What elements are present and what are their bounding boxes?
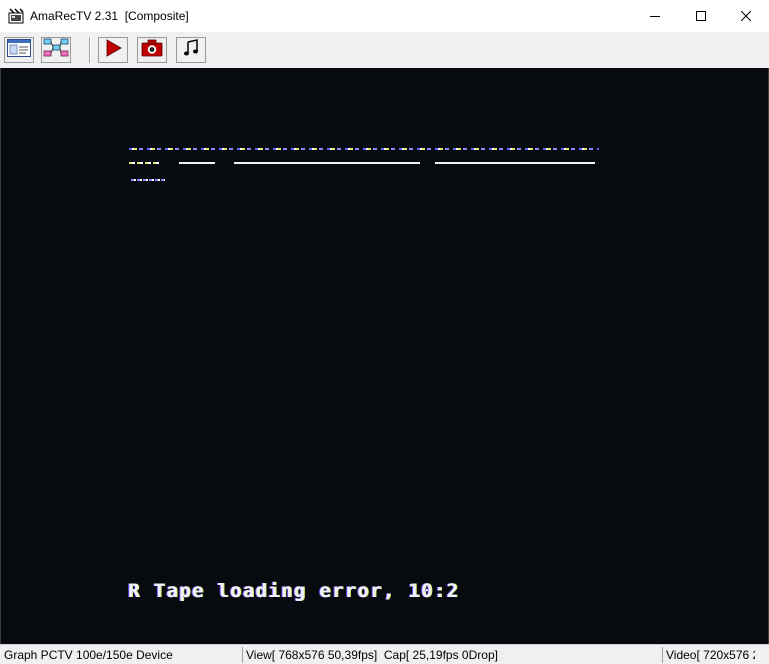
status-view-capture: View[ 768x576 50,39fps] Cap[ 25,19fps 0D… [246,648,498,662]
app-icon[interactable] [8,8,24,24]
window-title: AmaRecTV 2.31 [Composite] [30,9,189,23]
minimize-button[interactable] [632,0,678,32]
maximize-icon [696,11,706,21]
record-button[interactable] [98,37,128,63]
music-note-icon [183,38,199,62]
app-window: AmaRecTV 2.31 [Composite] R Tape loading… [0,0,769,664]
video-preview[interactable]: R Tape loading error, 10:2 [1,68,768,644]
view-settings-button[interactable] [4,37,34,63]
window-settings-icon [7,38,31,62]
audio-button[interactable] [176,37,206,63]
graph-button[interactable] [41,37,71,63]
toolbar-separator [89,37,91,63]
status-bar: Graph PCTV 100e/150e Device View[ 768x57… [0,644,769,664]
camera-icon [141,39,163,62]
status-graph: Graph PCTV 100e/150e Device [4,648,173,662]
capture-button[interactable] [137,37,167,63]
close-icon [741,11,751,21]
title-bar[interactable]: AmaRecTV 2.31 [Composite] [0,0,769,32]
close-button[interactable] [723,0,769,32]
maximize-button[interactable] [678,0,724,32]
toolbar [0,32,769,68]
play-record-icon [104,38,122,62]
graph-icon [43,38,69,63]
tape-loading-error-text: R Tape loading error, 10:2 [128,580,460,602]
minimize-icon [650,11,660,21]
status-video: Video[ 720x576 25 [666,648,755,662]
